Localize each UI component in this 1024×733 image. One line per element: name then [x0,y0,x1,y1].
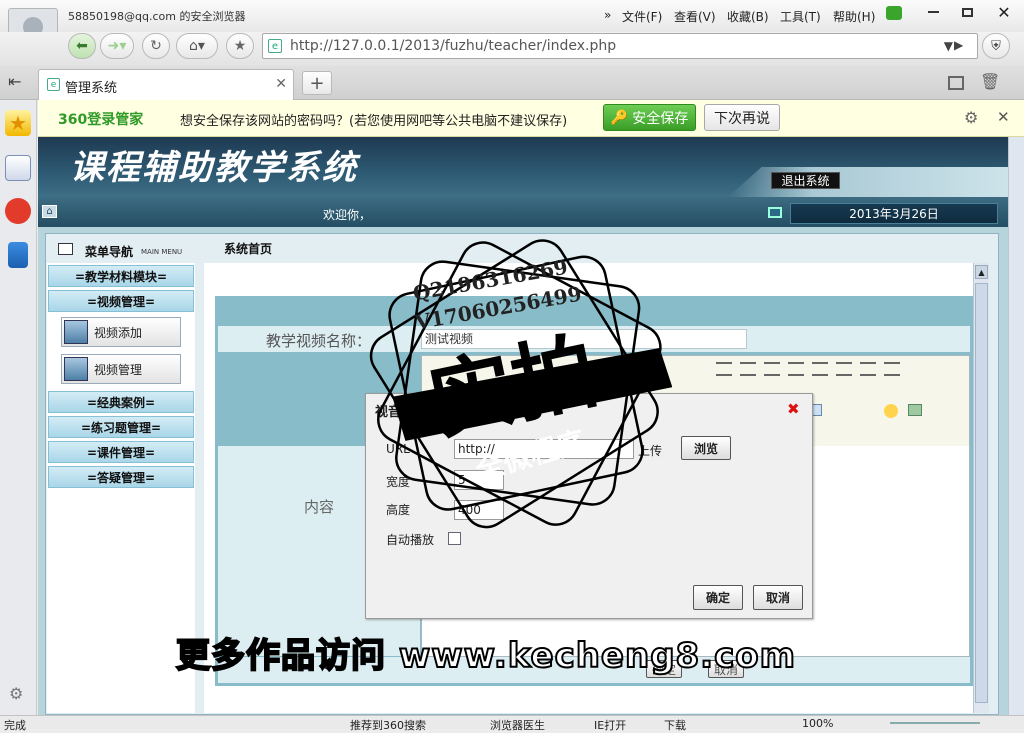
password-bar-settings-icon[interactable]: ⚙ [964,108,978,127]
window-controls: ✕ [916,0,1024,24]
menu-chevron-icon[interactable]: » [604,8,611,22]
sidebar-favorites-icon[interactable]: ★ [5,110,31,136]
tab-management[interactable]: e 管理系统 ✕ [38,69,294,100]
menu-video-management[interactable]: =视频管理= [48,290,194,312]
current-date: 2013年3月26日 [790,203,998,224]
editor-emoticon-icon[interactable] [884,404,898,418]
content-label: 内容 [304,498,335,516]
tab-title: 管理系统 [65,81,118,96]
scroll-up-icon[interactable]: ▲ [975,265,988,279]
sidebar-phone-icon[interactable] [8,242,28,268]
skin-shirt-icon[interactable] [886,6,902,20]
welcome-text: 欢迎你， [323,208,372,222]
tab-close-icon[interactable]: ✕ [275,76,287,92]
menu-item-video-add[interactable]: 视频添加 [61,317,181,347]
menu-exercise-management[interactable]: =练习题管理= [48,416,194,438]
forward-icon[interactable]: ➜▾ [100,33,134,59]
menu-courseware-management[interactable]: =课件管理= [48,441,194,463]
back-icon[interactable]: ⬅ [68,33,96,59]
favorite-star-icon[interactable]: ★ [226,33,254,59]
zoom-slider[interactable] [890,722,980,724]
address-bar[interactable]: e http://127.0.0.1/2013/fuzhu/teacher/in… [262,33,978,59]
editor-align-icons[interactable] [712,362,904,379]
sidebar-toggle-icon[interactable]: ⇤ [8,72,21,91]
menu-nav-icon [58,243,73,255]
status-browser-doctor[interactable]: 浏览器医生 [490,717,545,733]
menu-nav-en: MAIN MENU [141,248,183,256]
sidebar-weibo-icon[interactable] [5,198,31,224]
tab-favicon-icon: e [47,78,60,91]
status-download[interactable]: 下载 [664,717,686,733]
watermark-stamp: Q2196316269 V17060256499 实拍 全微程序 [362,238,673,538]
sidebar-settings-gear-icon[interactable]: ⚙ [9,684,23,703]
tab-list-icon[interactable] [948,76,964,90]
video-manage-label: 视频管理 [94,362,143,377]
monitor-icon [768,207,782,218]
close-window-icon[interactable]: ✕ [984,0,1024,24]
password-manager-brand: 360登录管家 [58,112,144,128]
dialog-close-icon[interactable]: ✖ [787,400,800,418]
menu-tools[interactable]: 工具(T) [780,8,821,25]
status-search-recommend[interactable]: 推荐到360搜索 [350,717,426,733]
dialog-ok-button[interactable]: 确定 [693,585,743,610]
go-icon[interactable]: ▶ [954,38,963,52]
menu-classic-cases[interactable]: =经典案例= [48,391,194,413]
browse-button[interactable]: 浏览 [681,436,731,460]
zoom-level[interactable]: 100% [802,717,833,730]
editor-image-icon[interactable] [908,404,922,416]
site-title: 课程辅助教学系统 [70,148,358,188]
password-manager-message: 想安全保存该网站的密码吗？(若您使用网吧等公共电脑不建议保存) [180,114,568,129]
video-add-label: 视频添加 [94,325,143,340]
menu-help[interactable]: 帮助(H) [833,8,875,25]
scroll-thumb[interactable] [975,283,988,703]
safe-save-button[interactable]: 🔑 安全保存 [603,104,696,131]
menu-qa-management[interactable]: =答疑管理= [48,466,194,488]
refresh-icon[interactable]: ↻ [142,33,170,59]
menu-nav-label: 菜单导航 [85,245,134,259]
url-text[interactable]: http://127.0.0.1/2013/fuzhu/teacher/inde… [290,38,616,54]
video-name-label: 教学视频名称： [266,332,372,350]
menu-view[interactable]: 查看(V) [674,8,716,25]
status-text: 完成 [4,719,26,732]
new-tab-icon[interactable]: + [302,71,332,95]
logout-button[interactable]: 退出系统 [771,172,840,189]
status-ie-open[interactable]: IE打开 [594,717,626,733]
page-favicon-icon: e [268,39,282,53]
home-icon[interactable]: ⌂▾ [176,33,218,59]
video-manage-icon [64,357,88,381]
page-scrollbar[interactable] [1008,137,1024,715]
key-icon: 🔑 [610,109,629,126]
dialog-cancel-button[interactable]: 取消 [753,585,803,610]
site-home-icon[interactable]: ⌂ [42,205,57,218]
video-add-icon [64,320,88,344]
password-bar-close-icon[interactable]: ✕ [997,108,1010,126]
account-label: 58850198@qq.com 的安全浏览器 [68,10,246,23]
next-time-button[interactable]: 下次再说 [704,104,780,131]
trash-icon[interactable]: 🗑 [980,72,1000,91]
main-scrollbar[interactable]: ▲ [973,263,989,713]
browser-statusbar: 完成 推荐到360搜索 浏览器医生 IE打开 下载 100% [0,715,1024,732]
browser-sidebar [0,100,37,715]
menu-teaching-materials[interactable]: =教学材料模块= [48,265,194,287]
safe-save-label: 安全保存 [632,110,689,127]
minimize-icon[interactable] [916,0,950,24]
menu-file[interactable]: 文件(F) [622,8,662,25]
restore-icon[interactable] [950,0,984,24]
breadcrumb: 系统首页 [224,242,273,256]
menu-item-video-manage[interactable]: 视频管理 [61,354,181,384]
security-shield-icon[interactable]: ⛨ [982,33,1010,59]
watermark-bottom-text: 更多作品访问 www.kecheng8.com [175,635,797,677]
url-dropdown-icon[interactable]: ▼ [944,39,953,53]
menu-favorites[interactable]: 收藏(B) [727,8,769,25]
sidebar-news-icon[interactable] [5,155,31,181]
